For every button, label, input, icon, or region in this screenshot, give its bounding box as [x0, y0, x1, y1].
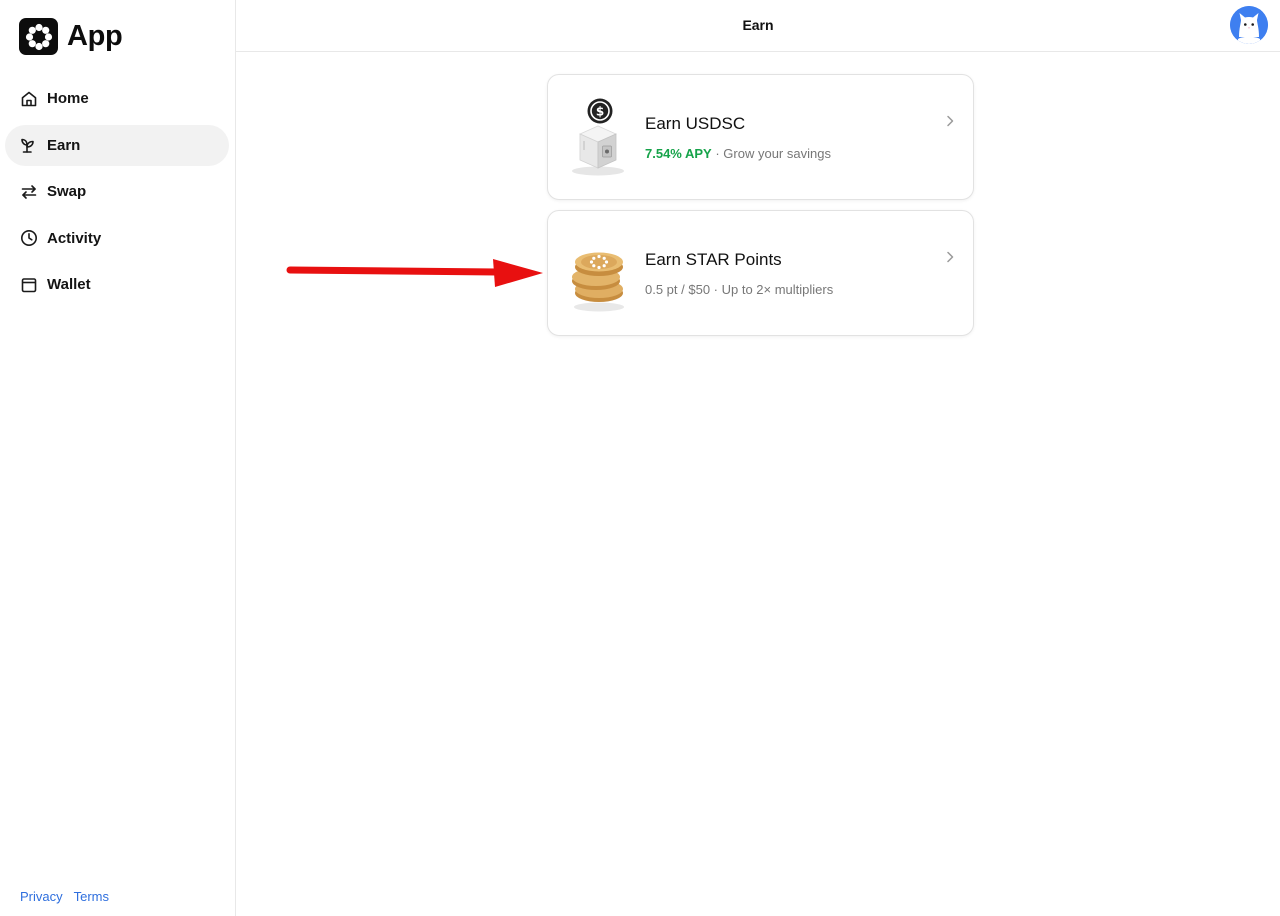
sidebar-item-label: Wallet	[47, 276, 91, 294]
sidebar-item-wallet[interactable]: Wallet	[5, 264, 229, 305]
sidebar-item-label: Earn	[47, 136, 81, 154]
sidebar-item-label: Home	[47, 90, 89, 107]
chevron-right-icon	[943, 114, 957, 128]
brand[interactable]: App	[19, 18, 123, 55]
card-subtitle-text: Grow your savings	[723, 146, 831, 161]
sidebar-item-home[interactable]: Home	[5, 78, 229, 119]
terms-link[interactable]: Terms	[74, 889, 109, 904]
home-icon	[19, 89, 39, 109]
cat-avatar-icon[interactable]	[1230, 6, 1268, 44]
wallet-icon	[19, 275, 39, 295]
chevron-right-icon	[943, 250, 957, 264]
sidebar-item-earn[interactable]: Earn	[5, 124, 229, 166]
sprout-icon	[19, 135, 39, 155]
sidebar-item-label: Activity	[47, 229, 102, 247]
annotation-arrow-icon	[285, 256, 547, 290]
svg-text:$: $	[596, 105, 604, 119]
card-subtitle: 7.54% APY · Grow your savings	[645, 146, 831, 161]
apy-value: 7.54% APY	[645, 146, 712, 161]
privacy-link[interactable]: Privacy	[20, 889, 63, 904]
page-title: Earn	[742, 17, 774, 33]
earn-usdsc-card[interactable]: $ Earn USDSC 7.54% APY · Grow your savin…	[547, 74, 974, 200]
sidebar-item-activity[interactable]: Activity	[5, 218, 229, 259]
brand-name: App	[67, 20, 123, 52]
sidebar-item-label: Swap	[47, 183, 87, 201]
card-subtitle: 0.5 pt / $50 · Up to 2× multipliers	[645, 282, 834, 297]
swap-arrows-icon	[19, 182, 39, 202]
sidebar: App Home Earn Swap Activity Wallet Priva…	[0, 0, 236, 916]
top-header: Earn	[236, 0, 1280, 52]
clock-icon	[19, 228, 39, 248]
safe-with-dollar-coin-icon: $	[562, 93, 634, 181]
earn-star-points-card[interactable]: Earn STAR Points 0.5 pt / $50 · Up to 2×…	[547, 210, 974, 336]
card-title: Earn USDSC	[645, 114, 746, 133]
sidebar-item-swap[interactable]: Swap	[5, 171, 229, 212]
app-logo-icon	[19, 18, 58, 55]
card-title: Earn STAR Points	[645, 250, 782, 269]
subtitle-separator: ·	[711, 146, 724, 161]
sidebar-nav: Home Earn Swap Activity Wallet	[5, 78, 229, 311]
footer-links: Privacy Terms	[20, 889, 109, 904]
coin-stack-icon	[562, 229, 634, 317]
